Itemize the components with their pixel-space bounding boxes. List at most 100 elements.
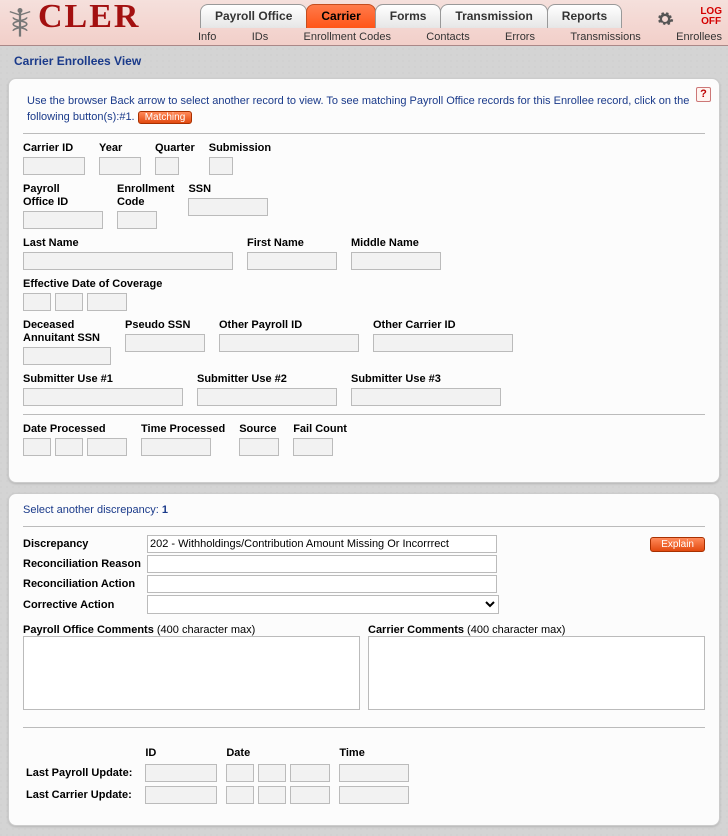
label-enr-code: Enrollment Code bbox=[117, 183, 174, 209]
submission-field[interactable] bbox=[209, 157, 233, 175]
instructions: Use the browser Back arrow to select ano… bbox=[27, 93, 705, 125]
last-carrier-date-mm[interactable] bbox=[226, 786, 254, 804]
enrollee-panel: ? Use the browser Back arrow to select a… bbox=[8, 78, 720, 483]
enrollment-code-field[interactable] bbox=[117, 211, 157, 229]
label-last-name: Last Name bbox=[23, 237, 233, 250]
discrepancy-field[interactable] bbox=[147, 535, 497, 553]
ssn-field[interactable] bbox=[188, 198, 268, 216]
last-carrier-date-dd[interactable] bbox=[258, 786, 286, 804]
updates-table: ID Date Time Last Payroll Update: Last C… bbox=[23, 744, 417, 807]
label-fail-count: Fail Count bbox=[293, 423, 347, 436]
label-rec-reason: Reconciliation Reason bbox=[23, 558, 143, 570]
submitter-use-2-field[interactable] bbox=[197, 388, 337, 406]
tab-carrier[interactable]: Carrier bbox=[306, 4, 375, 28]
label-po-id: Payroll Office ID bbox=[23, 183, 103, 209]
last-name-field[interactable] bbox=[23, 252, 233, 270]
matching-button[interactable]: Matching bbox=[138, 111, 193, 124]
quarter-field[interactable] bbox=[155, 157, 179, 175]
label-last-carrier: Last Carrier Update: bbox=[25, 785, 142, 805]
subnav-transmissions[interactable]: Transmissions bbox=[570, 31, 641, 43]
middle-name-field[interactable] bbox=[351, 252, 441, 270]
divider bbox=[23, 133, 705, 134]
subnav-info[interactable]: Info bbox=[198, 31, 216, 43]
deceased-annuitant-ssn-field[interactable] bbox=[23, 347, 111, 365]
sel-disc-label: Select another discrepancy: bbox=[23, 504, 159, 516]
subnav-enrollment-codes[interactable]: Enrollment Codes bbox=[304, 31, 391, 43]
instruction-text: Use the browser Back arrow to select ano… bbox=[27, 95, 689, 123]
date-processed-dd[interactable] bbox=[55, 438, 83, 456]
col-id: ID bbox=[144, 746, 223, 761]
date-processed-mm[interactable] bbox=[23, 438, 51, 456]
label-source: Source bbox=[239, 423, 279, 436]
label-date-proc: Date Processed bbox=[23, 423, 127, 436]
label-car-comments: Carrier Comments (400 character max) bbox=[368, 624, 705, 636]
last-payroll-id[interactable] bbox=[145, 764, 217, 782]
payroll-office-comments[interactable] bbox=[23, 636, 360, 710]
subnav-errors[interactable]: Errors bbox=[505, 31, 535, 43]
rec-reason-field[interactable] bbox=[147, 555, 497, 573]
subnav-enrollees[interactable]: Enrollees bbox=[676, 31, 722, 43]
payroll-office-id-field[interactable] bbox=[23, 211, 103, 229]
carrier-comments[interactable] bbox=[368, 636, 705, 710]
other-payroll-id-field[interactable] bbox=[219, 334, 359, 352]
label-middle-name: Middle Name bbox=[351, 237, 441, 250]
label-dec-ssn: Deceased Annuitant SSN bbox=[23, 319, 111, 345]
eff-date-dd[interactable] bbox=[55, 293, 83, 311]
last-payroll-date-mm[interactable] bbox=[226, 764, 254, 782]
tab-forms[interactable]: Forms bbox=[375, 4, 442, 28]
page-title: Carrier Enrollees View bbox=[14, 54, 728, 68]
other-carrier-id-field[interactable] bbox=[373, 334, 513, 352]
pseudo-ssn-field[interactable] bbox=[125, 334, 205, 352]
logoff-link[interactable]: LOGOFF bbox=[700, 7, 722, 27]
label-carrier-id: Carrier ID bbox=[23, 142, 85, 155]
last-carrier-date-yyyy[interactable] bbox=[290, 786, 330, 804]
label-last-payroll: Last Payroll Update: bbox=[25, 763, 142, 783]
help-icon[interactable]: ? bbox=[696, 87, 711, 102]
label-quarter: Quarter bbox=[155, 142, 195, 155]
subnav-contacts[interactable]: Contacts bbox=[426, 31, 469, 43]
last-payroll-date-dd[interactable] bbox=[258, 764, 286, 782]
submitter-use-3-field[interactable] bbox=[351, 388, 501, 406]
year-field[interactable] bbox=[99, 157, 141, 175]
discrepancy-panel: Select another discrepancy: 1 Discrepanc… bbox=[8, 493, 720, 826]
sub-nav: Info IDs Enrollment Codes Contacts Error… bbox=[198, 31, 722, 43]
label-sub2: Submitter Use #2 bbox=[197, 373, 337, 386]
subnav-ids[interactable]: IDs bbox=[252, 31, 269, 43]
last-payroll-time[interactable] bbox=[339, 764, 409, 782]
time-processed-field[interactable] bbox=[141, 438, 211, 456]
label-rec-action: Reconciliation Action bbox=[23, 578, 143, 590]
label-discrepancy: Discrepancy bbox=[23, 538, 143, 550]
eff-date-yyyy[interactable] bbox=[87, 293, 127, 311]
app-header: CLER Payroll Office Carrier Forms Transm… bbox=[0, 0, 728, 46]
eff-date-mm[interactable] bbox=[23, 293, 51, 311]
col-date: Date bbox=[225, 746, 336, 761]
tab-transmission[interactable]: Transmission bbox=[440, 4, 547, 28]
fail-count-field[interactable] bbox=[293, 438, 333, 456]
label-time-proc: Time Processed bbox=[141, 423, 225, 436]
first-name-field[interactable] bbox=[247, 252, 337, 270]
label-pseudo-ssn: Pseudo SSN bbox=[125, 319, 205, 332]
tab-reports[interactable]: Reports bbox=[547, 4, 622, 28]
rec-action-field[interactable] bbox=[147, 575, 497, 593]
label-ssn: SSN bbox=[188, 183, 268, 196]
explain-button[interactable]: Explain bbox=[650, 537, 705, 552]
label-first-name: First Name bbox=[247, 237, 337, 250]
date-processed-yyyy[interactable] bbox=[87, 438, 127, 456]
last-payroll-date-yyyy[interactable] bbox=[290, 764, 330, 782]
gear-icon[interactable] bbox=[656, 10, 674, 28]
sel-disc-num[interactable]: 1 bbox=[162, 504, 168, 516]
carrier-id-field[interactable] bbox=[23, 157, 85, 175]
label-sub3: Submitter Use #3 bbox=[351, 373, 501, 386]
source-field[interactable] bbox=[239, 438, 279, 456]
col-time: Time bbox=[338, 746, 415, 761]
last-carrier-time[interactable] bbox=[339, 786, 409, 804]
corrective-action-select[interactable] bbox=[147, 595, 499, 614]
last-carrier-id[interactable] bbox=[145, 786, 217, 804]
label-submission: Submission bbox=[209, 142, 271, 155]
app-logo: CLER bbox=[38, 0, 140, 36]
main-tabs: Payroll Office Carrier Forms Transmissio… bbox=[200, 4, 621, 28]
caduceus-icon bbox=[6, 6, 34, 40]
tab-payroll-office[interactable]: Payroll Office bbox=[200, 4, 307, 28]
submitter-use-1-field[interactable] bbox=[23, 388, 183, 406]
label-year: Year bbox=[99, 142, 141, 155]
